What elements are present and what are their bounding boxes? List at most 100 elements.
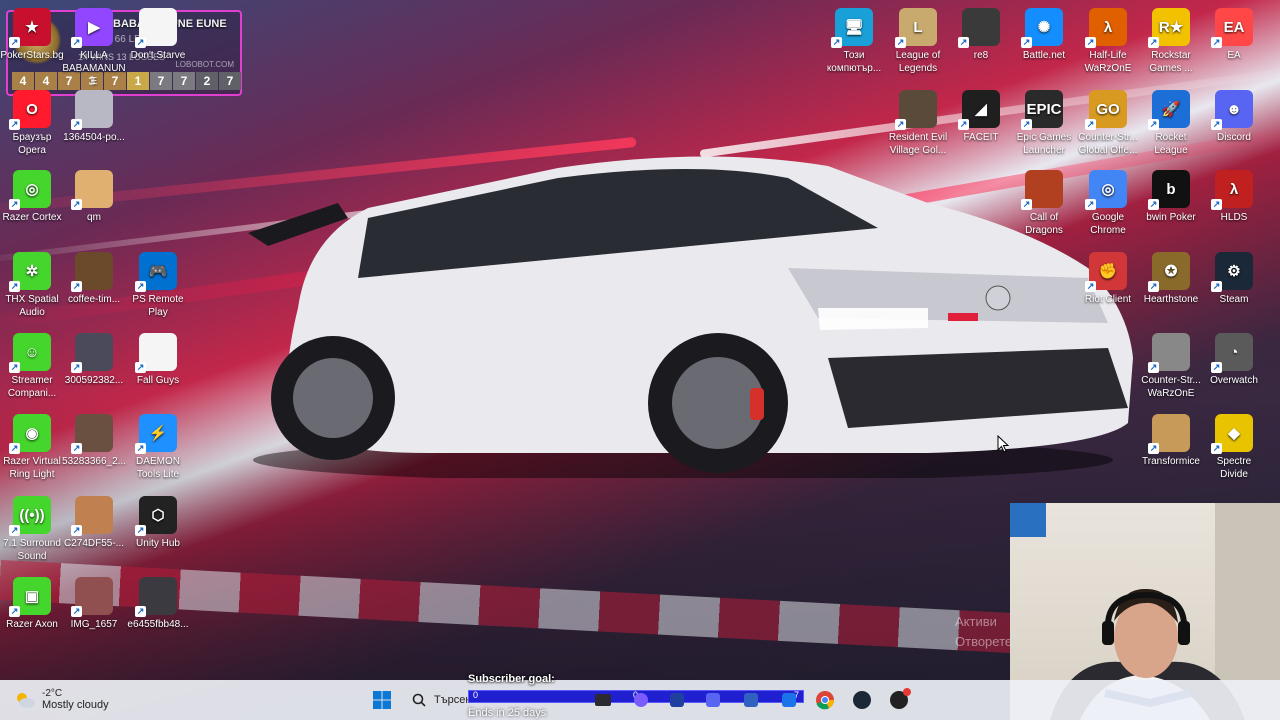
- desktop-icon-label: qm: [87, 212, 101, 223]
- desktop-icon-label: Overwatch: [1210, 375, 1258, 386]
- taskbar-steam[interactable]: [849, 688, 875, 712]
- shortcut-arrow-icon: ↗: [958, 37, 969, 48]
- desktop-icon[interactable]: ★ ↗ PokerStars.bg: [0, 8, 64, 62]
- desktop-icon[interactable]: ↗ qm: [62, 170, 126, 224]
- taskbar-app-4[interactable]: [738, 688, 764, 712]
- desktop-icon[interactable]: λ ↗ HLDS: [1202, 170, 1266, 224]
- desktop-icon[interactable]: ↗ Resident Evil Village Gol...: [886, 90, 950, 157]
- taskbar-app-file-explorer[interactable]: [590, 688, 616, 712]
- desktop-icon[interactable]: L ↗ League of Legends: [886, 8, 950, 75]
- desktop-icon[interactable]: ⚡ ↗ DAEMON Tools Lite: [126, 414, 190, 481]
- desktop-icon[interactable]: ↗ IMG_1657: [62, 577, 126, 631]
- shortcut-arrow-icon: ↗: [9, 606, 20, 617]
- desktop-icon[interactable]: ◔ ↗ Overwatch: [1202, 333, 1266, 387]
- icon-glyph: b: [1166, 180, 1176, 198]
- desktop-icon-label: EA: [1227, 50, 1241, 61]
- desktop-icon-label: C274DF55-...: [63, 538, 125, 549]
- desktop-icon[interactable]: GO ↗ Counter-Str... Global Offe...: [1076, 90, 1140, 157]
- this-pc-icon: 🖥 ↗: [831, 8, 873, 48]
- start-button[interactable]: [369, 688, 395, 712]
- desktop-icon[interactable]: ↗ 300592382...: [62, 333, 126, 387]
- desktop-icon[interactable]: ⬡ ↗ Unity Hub: [126, 496, 190, 550]
- folder-icon: [595, 694, 611, 706]
- shortcut-arrow-icon: ↗: [1148, 199, 1159, 210]
- desktop-icon[interactable]: ↗ coffee-tim...: [62, 252, 126, 306]
- desktop-icon-label: IMG_1657: [70, 619, 118, 630]
- desktop-icon[interactable]: ☻ ↗ Discord: [1202, 90, 1266, 144]
- desktop-icon[interactable]: ↗ Don't Starve: [126, 8, 190, 62]
- shortcut-arrow-icon: ↗: [1021, 119, 1032, 130]
- desktop-icon[interactable]: ✺ ↗ Battle.net: [1012, 8, 1076, 62]
- desktop-icon[interactable]: ◢ ↗ FACEIT: [949, 90, 1013, 144]
- desktop-icon[interactable]: ✪ ↗ Hearthstone: [1139, 252, 1203, 306]
- image-thumbnail-icon: ↗: [71, 90, 113, 130]
- desktop-icon[interactable]: ↗ 1364504-po...: [62, 90, 126, 144]
- desktop-icon[interactable]: ↗ re8: [949, 8, 1013, 62]
- counter-strike-icon: ↗: [1148, 333, 1190, 373]
- shortcut-arrow-icon: ↗: [1085, 199, 1096, 210]
- desktop-icon[interactable]: ↗ Fall Guys: [126, 333, 190, 387]
- icon-glyph: ◢: [975, 100, 987, 118]
- ps-remote-play-icon: 🎮 ↗: [135, 252, 177, 292]
- desktop-icon[interactable]: ↗ e6455fbb48...: [126, 577, 190, 631]
- obs-icon: [890, 688, 911, 709]
- taskbar-chrome[interactable]: [812, 688, 838, 712]
- desktop-icon-label: Transformice: [1142, 456, 1200, 467]
- desktop-icon[interactable]: λ ↗ Half-Life WaRzOnE: [1076, 8, 1140, 75]
- desktop-icon-label: Counter-Str... WaRzOnE: [1141, 375, 1201, 399]
- icon-glyph: ⬡: [151, 506, 165, 524]
- taskbar-app-5[interactable]: [776, 688, 802, 712]
- icon-glyph: ((•)): [19, 506, 45, 524]
- desktop-icon-label: 53283366_2...: [62, 456, 126, 467]
- shortcut-arrow-icon: ↗: [895, 119, 906, 130]
- desktop-icon[interactable]: ◉ ↗ Razer Virtual Ring Light: [0, 414, 64, 481]
- resident-evil-icon: ↗: [895, 90, 937, 130]
- desktop-icon[interactable]: ↗ 53283366_2...: [62, 414, 126, 468]
- desktop-icon-label: Call of Dragons: [1025, 212, 1063, 236]
- icon-glyph: 🖥: [844, 18, 864, 36]
- taskbar-obs[interactable]: [886, 688, 912, 712]
- desktop-icon[interactable]: ↗ Call of Dragons: [1012, 170, 1076, 237]
- icon-glyph: O: [26, 100, 38, 118]
- weather-widget[interactable]: -2°C Mostly cloudy: [14, 688, 109, 711]
- desktop-icon[interactable]: O ↗ Браузър Opera: [0, 90, 64, 157]
- desktop-icon[interactable]: ▣ ↗ Razer Axon: [0, 577, 64, 631]
- shortcut-arrow-icon: ↗: [895, 37, 906, 48]
- taskbar-app-3[interactable]: [700, 688, 726, 712]
- desktop-icon[interactable]: ↗ Transformice: [1139, 414, 1203, 468]
- battlenet-icon: ✺ ↗: [1021, 8, 1063, 48]
- desktop-icon[interactable]: ◎ ↗ Razer Cortex: [0, 170, 64, 224]
- desktop-icon[interactable]: 🖥 ↗ Този компютър...: [822, 8, 886, 75]
- steam-icon: [853, 691, 871, 709]
- desktop-icon[interactable]: ((•)) ↗ 7.1 Surround Sound: [0, 496, 64, 563]
- desktop-icon[interactable]: R★ ↗ Rockstar Games ...: [1139, 8, 1203, 75]
- desktop-icon[interactable]: 🚀 ↗ Rocket League: [1139, 90, 1203, 157]
- desktop-icon[interactable]: ⚙ ↗ Steam: [1202, 252, 1266, 306]
- desktop-icon[interactable]: ◎ ↗ Google Chrome: [1076, 170, 1140, 237]
- desktop-icon[interactable]: b ↗ bwin Poker: [1139, 170, 1203, 224]
- half-life-icon: λ ↗: [1085, 8, 1127, 48]
- match-result-cell: 7: [173, 72, 195, 90]
- desktop-icon[interactable]: ↗ Counter-Str... WaRzOnE: [1139, 333, 1203, 400]
- desktop-icon-label: re8: [973, 50, 989, 61]
- desktop-icon[interactable]: ◆ ↗ Spectre Divide: [1202, 414, 1266, 481]
- desktop-icon[interactable]: ✊ ↗ Riot Client: [1076, 252, 1140, 306]
- ea-icon: EA ↗: [1211, 8, 1253, 48]
- image-thumbnail-icon: ↗: [71, 577, 113, 617]
- taskbar-app-2[interactable]: [664, 688, 690, 712]
- desktop-icon[interactable]: ▶ ↗ KILLA BABAMANUNE: [62, 8, 126, 88]
- desktop-icon[interactable]: ☺ ↗ Streamer Compani...: [0, 333, 64, 400]
- desktop-icon[interactable]: ↗ C274DF55-...: [62, 496, 126, 550]
- desktop-icon-label: Riot Client: [1084, 294, 1132, 305]
- shortcut-arrow-icon: ↗: [71, 37, 82, 48]
- desktop-icon[interactable]: 🎮 ↗ PS Remote Play: [126, 252, 190, 319]
- desktop-icon[interactable]: ✲ ↗ THX Spatial Audio: [0, 252, 64, 319]
- shortcut-arrow-icon: ↗: [135, 443, 146, 454]
- taskbar-app-1[interactable]: [628, 688, 654, 712]
- desktop-icon-label: KILLA BABAMANUNE: [62, 50, 126, 87]
- desktop-icon[interactable]: EA ↗ EA: [1202, 8, 1266, 62]
- call-of-dragons-icon: ↗: [1021, 170, 1063, 210]
- shortcut-arrow-icon: ↗: [135, 525, 146, 536]
- icon-glyph: ✊: [1098, 262, 1118, 280]
- desktop-icon[interactable]: EPIC ↗ Epic Games Launcher: [1012, 90, 1076, 157]
